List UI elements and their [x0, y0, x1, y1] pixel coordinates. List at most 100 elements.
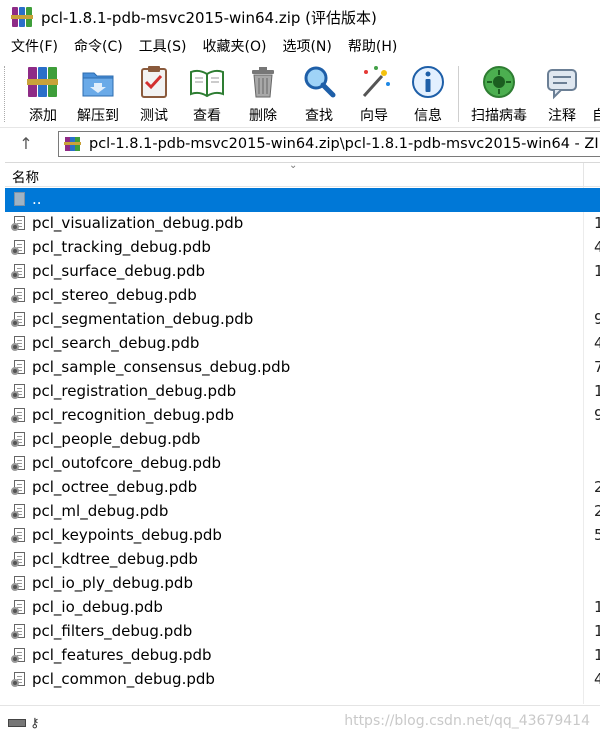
file-row[interactable]: pcl_search_debug.pdb 4	[5, 332, 600, 356]
menu-help[interactable]: 帮助(H)	[339, 34, 404, 60]
menu-tools[interactable]: 工具(S)	[130, 34, 194, 60]
file-row[interactable]: pcl_keypoints_debug.pdb 5	[5, 524, 600, 548]
toolbar-grip[interactable]	[4, 66, 7, 122]
file-size: 2	[594, 478, 600, 496]
add-button-label: 添加	[29, 108, 57, 124]
menu-file[interactable]: 文件(F)	[0, 34, 65, 60]
test-button[interactable]: 测试	[133, 64, 175, 126]
file-row[interactable]: pcl_registration_debug.pdb 1	[5, 380, 600, 404]
comment-button-label: 注释	[548, 108, 576, 124]
file-row[interactable]: pcl_io_ply_debug.pdb	[5, 572, 600, 596]
file-name: pcl_filters_debug.pdb	[32, 622, 193, 640]
info-button-label: 信息	[414, 108, 442, 124]
file-row[interactable]: pcl_people_debug.pdb	[5, 428, 600, 452]
view-book-icon	[190, 69, 224, 98]
file-size: 1	[594, 214, 600, 232]
find-button-label: 查找	[305, 108, 333, 124]
file-size: 1	[594, 646, 600, 664]
file-size: 7	[594, 358, 600, 376]
virus-scan-button[interactable]: 扫描病毒	[466, 64, 532, 126]
file-size: 1	[594, 598, 600, 616]
parent-folder-row[interactable]: ..	[5, 188, 600, 212]
view-button[interactable]: 查看	[185, 64, 229, 126]
drive-icon	[8, 719, 26, 727]
key-icon[interactable]: ⚷	[30, 716, 40, 731]
toolbar-separator	[458, 66, 459, 122]
file-row[interactable]: pcl_common_debug.pdb 4	[5, 668, 600, 692]
file-row[interactable]: pcl_tracking_debug.pdb 4	[5, 236, 600, 260]
pdb-file-icon	[11, 504, 27, 520]
title-bar: pcl-1.8.1-pdb-msvc2015-win64.zip (评估版本)	[0, 0, 600, 34]
file-name: pcl_segmentation_debug.pdb	[32, 310, 254, 328]
up-arrow-icon[interactable]: ↑	[16, 132, 36, 156]
pdb-file-icon	[11, 528, 27, 544]
add-archive-icon	[27, 67, 58, 97]
parent-folder-icon	[14, 192, 25, 206]
file-name: pcl_search_debug.pdb	[32, 334, 200, 352]
column-header-name[interactable]: 名称	[12, 166, 39, 186]
file-name: pcl_octree_debug.pdb	[32, 478, 198, 496]
info-button[interactable]: 信息	[406, 64, 450, 126]
file-size: 2	[594, 502, 600, 520]
toolbar-overflow-button[interactable]: 自	[592, 64, 600, 126]
file-name: pcl_registration_debug.pdb	[32, 382, 237, 400]
file-row[interactable]: pcl_octree_debug.pdb 2	[5, 476, 600, 500]
file-row[interactable]: pcl_visualization_debug.pdb 1	[5, 212, 600, 236]
file-row[interactable]: pcl_filters_debug.pdb 1	[5, 620, 600, 644]
pdb-file-icon	[11, 288, 27, 304]
file-name: pcl_features_debug.pdb	[32, 646, 212, 664]
file-name: pcl_sample_consensus_debug.pdb	[32, 358, 291, 376]
watermark-text: https://blog.csdn.net/qq_43679414	[344, 713, 590, 729]
file-row[interactable]: pcl_outofcore_debug.pdb	[5, 452, 600, 476]
add-button[interactable]: 添加	[22, 64, 64, 126]
pdb-file-icon	[11, 336, 27, 352]
file-list[interactable]: 名称 ⌄ .. pcl_visualization_debug.pdb1pcl_…	[5, 162, 600, 704]
file-row[interactable]: pcl_recognition_debug.pdb 9	[5, 404, 600, 428]
menu-options[interactable]: 选项(N)	[273, 34, 338, 60]
info-icon	[412, 66, 444, 98]
winrar-books-icon[interactable]	[11, 6, 33, 28]
pdb-file-icon	[11, 648, 27, 664]
file-size: 5	[594, 526, 600, 544]
file-row[interactable]: pcl_stereo_debug.pdb	[5, 284, 600, 308]
delete-button-label: 删除	[249, 108, 277, 124]
view-button-label: 查看	[193, 108, 221, 124]
file-size: 1	[594, 382, 600, 400]
file-name: pcl_io_ply_debug.pdb	[32, 574, 193, 592]
file-row[interactable]: pcl_sample_consensus_debug.pdb 7	[5, 356, 600, 380]
column-divider[interactable]	[583, 163, 584, 187]
file-row[interactable]: pcl_ml_debug.pdb 2	[5, 500, 600, 524]
file-row[interactable]: pcl_segmentation_debug.pdb 9	[5, 308, 600, 332]
status-bar: ⚷ https://blog.csdn.net/qq_43679414	[0, 705, 600, 739]
sort-caret-icon: ⌄	[289, 162, 298, 171]
file-name: pcl_common_debug.pdb	[32, 670, 215, 688]
extract-to-button[interactable]: 解压到	[72, 64, 124, 126]
address-field[interactable]: pcl-1.8.1-pdb-msvc2015-win64.zip\pcl-1.8…	[58, 131, 600, 157]
file-name: pcl_outofcore_debug.pdb	[32, 454, 222, 472]
pdb-file-icon	[11, 216, 27, 232]
comment-button[interactable]: 注释	[541, 64, 583, 126]
file-row[interactable]: pcl_kdtree_debug.pdb	[5, 548, 600, 572]
magnifier-icon	[304, 66, 336, 98]
menu-favorites[interactable]: 收藏夹(O)	[194, 34, 274, 60]
file-row[interactable]: pcl_io_debug.pdb 1	[5, 596, 600, 620]
virus-scan-icon	[483, 66, 515, 98]
file-row[interactable]: pcl_features_debug.pdb 1	[5, 644, 600, 668]
address-bar: ↑ pcl-1.8.1-pdb-msvc2015-win64.zip\pcl-1…	[0, 128, 600, 160]
delete-button[interactable]: 删除	[241, 64, 285, 126]
file-size: 4	[594, 238, 600, 256]
pdb-file-icon	[11, 360, 27, 376]
file-name: pcl_io_debug.pdb	[32, 598, 163, 616]
virus-scan-button-label: 扫描病毒	[471, 108, 527, 124]
extract-folder-icon	[82, 72, 114, 97]
file-size: 9	[594, 406, 600, 424]
file-name: pcl_visualization_debug.pdb	[32, 214, 244, 232]
find-button[interactable]: 查找	[297, 64, 341, 126]
menu-commands[interactable]: 命令(C)	[65, 34, 130, 60]
comment-icon	[547, 69, 577, 100]
file-row[interactable]: pcl_surface_debug.pdb 1	[5, 260, 600, 284]
wizard-button-label: 向导	[360, 108, 388, 124]
wizard-button[interactable]: 向导	[352, 64, 396, 126]
pdb-file-icon	[11, 552, 27, 568]
winrar-archive-icon	[64, 137, 81, 151]
